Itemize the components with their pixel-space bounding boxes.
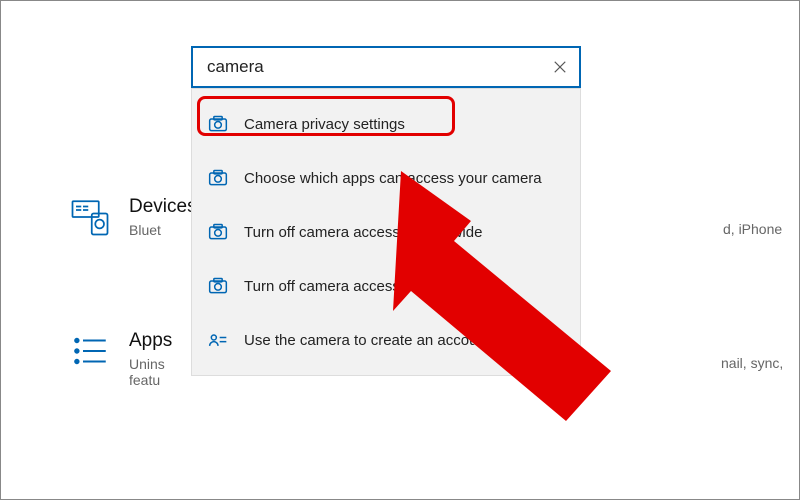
account-icon [208, 330, 228, 350]
suggestion-turn-off-all-apps[interactable]: Turn off camera access for all apps [192, 259, 580, 313]
suggestion-account-picture[interactable]: Use the camera to create an account pict… [192, 313, 580, 367]
category-subtitle-overflow: d, iPhone [723, 221, 782, 237]
suggestion-label: Camera privacy settings [244, 116, 405, 133]
category-subtitle-overflow: nail, sync, [721, 355, 783, 371]
clear-search-button[interactable] [551, 58, 569, 76]
camera-icon [208, 222, 228, 242]
suggestion-camera-privacy[interactable]: Camera privacy settings [192, 97, 580, 151]
search-box[interactable] [191, 46, 581, 88]
search-input[interactable] [207, 57, 551, 77]
suggestion-label: Use the camera to create an account pict… [244, 332, 539, 349]
search-suggestions: Camera privacy settings Choose which app… [191, 88, 581, 376]
devices-icon [69, 196, 111, 238]
camera-icon [208, 114, 228, 134]
category-subtitle: Unins [129, 356, 172, 372]
category-title: Apps [129, 330, 172, 352]
category-title: Devices [129, 196, 197, 218]
camera-icon [208, 276, 228, 296]
category-subtitle: featu [129, 372, 172, 388]
suggestion-label: Turn off camera access for all apps [244, 278, 477, 295]
suggestion-label: Turn off camera access systemwide [244, 224, 482, 241]
suggestion-choose-apps[interactable]: Choose which apps can access your camera [192, 151, 580, 205]
category-subtitle: Bluet [129, 222, 197, 238]
suggestion-label: Choose which apps can access your camera [244, 170, 542, 187]
apps-icon [69, 330, 111, 372]
camera-icon [208, 168, 228, 188]
suggestion-turn-off-systemwide[interactable]: Turn off camera access systemwide [192, 205, 580, 259]
